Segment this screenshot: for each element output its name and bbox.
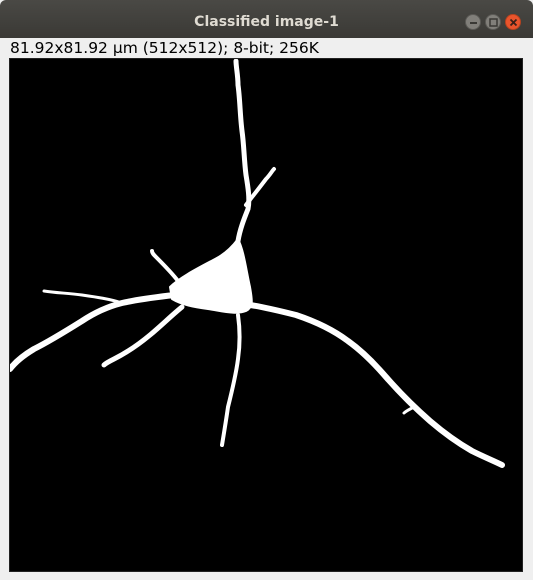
title-bar[interactable]: Classified image-1 — [0, 0, 533, 38]
maximize-icon — [489, 18, 498, 27]
neuron-mask-image — [10, 59, 522, 571]
maximize-button[interactable] — [485, 14, 501, 30]
window-title: Classified image-1 — [194, 14, 339, 30]
minimize-button[interactable] — [465, 14, 481, 30]
image-info-bar: 81.92x81.92 µm (512x512); 8-bit; 256K — [0, 38, 533, 58]
close-button[interactable] — [505, 14, 521, 30]
minimize-icon — [470, 22, 477, 24]
image-info-text: 81.92x81.92 µm (512x512); 8-bit; 256K — [10, 39, 319, 57]
image-canvas[interactable] — [10, 59, 522, 571]
close-icon — [509, 18, 518, 27]
image-window: Classified image-1 81.92x81.92 µm (512x5… — [0, 0, 533, 580]
